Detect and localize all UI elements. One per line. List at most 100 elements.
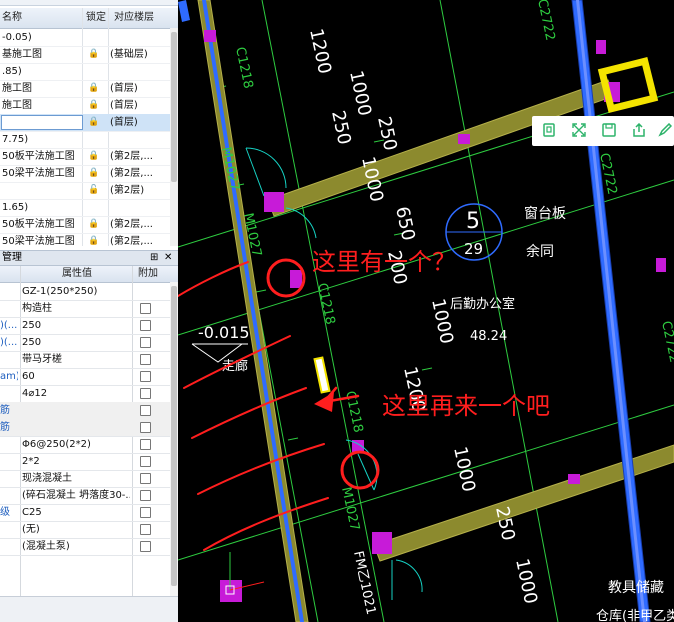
layer-row-selected[interactable]: 🔒 (首层) bbox=[0, 114, 178, 132]
detail-sub: 29 bbox=[464, 240, 483, 258]
prop-value[interactable]: (混凝土泵) bbox=[22, 538, 130, 555]
prop-value[interactable]: GZ-1(250*250) bbox=[22, 283, 130, 300]
scroll-thumb[interactable] bbox=[171, 32, 177, 182]
prop-row[interactable]: (混凝土泵) bbox=[0, 538, 178, 556]
layer-row[interactable]: 50板平法施工图 🔒 (第2层,... bbox=[0, 148, 178, 166]
extra-checkbox[interactable] bbox=[140, 337, 151, 348]
prop-row[interactable]: 构造柱 bbox=[0, 300, 178, 318]
prop-value[interactable]: Φ6@250(2*2) bbox=[22, 436, 130, 453]
prop-row[interactable]: 筋 bbox=[0, 419, 178, 437]
prop-row[interactable]: 筋 bbox=[0, 402, 178, 420]
layer-row[interactable]: 50梁平法施工图 🔒 (第2层,... bbox=[0, 165, 178, 183]
extra-checkbox[interactable] bbox=[140, 456, 151, 467]
prop-row[interactable]: 2*2 bbox=[0, 453, 178, 471]
storage-label-2: 仓库(非甲乙类 bbox=[596, 608, 674, 622]
cad-canvas[interactable]: 1200 1000 250 250 1000 650 200 1000 1200… bbox=[178, 0, 674, 622]
lock-icon[interactable]: 🔒 bbox=[88, 114, 102, 131]
unlock-icon[interactable]: 🔓 bbox=[88, 182, 102, 199]
extra-checkbox[interactable] bbox=[140, 405, 151, 416]
property-panel-title: 管理 ⊞ ✕ bbox=[0, 250, 178, 266]
column bbox=[290, 270, 302, 288]
window-label: 窗台板 bbox=[524, 205, 566, 222]
column bbox=[656, 258, 666, 272]
prop-value[interactable]: 250 bbox=[22, 334, 130, 351]
lock-icon[interactable]: 🔒 bbox=[88, 233, 102, 250]
close-icon[interactable]: ✕ bbox=[164, 251, 172, 265]
lock-icon[interactable]: 🔒 bbox=[88, 148, 102, 165]
extra-checkbox[interactable] bbox=[140, 541, 151, 552]
extra-checkbox[interactable] bbox=[140, 422, 151, 433]
column bbox=[220, 580, 242, 602]
layer-row[interactable]: -0.05) bbox=[0, 29, 178, 47]
lock-icon[interactable]: 🔒 bbox=[88, 80, 102, 97]
prop-row[interactable]: GZ-1(250*250) bbox=[0, 283, 178, 301]
extra-checkbox[interactable] bbox=[140, 524, 151, 535]
prop-table-header: 属性值 附加 bbox=[0, 266, 178, 283]
col-floor: 对应楼层 bbox=[114, 12, 154, 23]
prop-value[interactable]: 带马牙槎 bbox=[22, 351, 130, 368]
panel-toolbar bbox=[0, 0, 178, 6]
pin-icon[interactable]: ⊞ bbox=[150, 251, 158, 265]
extra-checkbox[interactable] bbox=[140, 473, 151, 484]
layer-row[interactable]: 🔓 (第2层) bbox=[0, 182, 178, 200]
prop-value[interactable]: 60 bbox=[22, 368, 130, 385]
extra-checkbox[interactable] bbox=[140, 388, 151, 399]
save-icon[interactable] bbox=[602, 123, 616, 137]
prop-value[interactable]: 4⌀12 bbox=[22, 385, 130, 402]
layer-scrollbar[interactable] bbox=[170, 28, 178, 246]
extra-checkbox[interactable] bbox=[140, 439, 151, 450]
prop-value[interactable]: 现浇混凝土 bbox=[22, 470, 130, 487]
share-icon[interactable] bbox=[632, 123, 646, 137]
layer-row[interactable]: .85) bbox=[0, 63, 178, 81]
same-label: 余同 bbox=[526, 243, 554, 260]
lock-icon[interactable]: 🔒 bbox=[88, 46, 102, 63]
extra-checkbox[interactable] bbox=[140, 507, 151, 518]
expand-icon[interactable] bbox=[572, 123, 586, 137]
prop-row[interactable]: Φ6@250(2*2) bbox=[0, 436, 178, 454]
markup-text-1: 这里有一个？ bbox=[312, 248, 456, 276]
prop-row[interactable]: )(... 250 bbox=[0, 334, 178, 352]
extra-checkbox[interactable] bbox=[140, 320, 151, 331]
extra-checkbox[interactable] bbox=[140, 354, 151, 365]
extra-checkbox[interactable] bbox=[140, 371, 151, 382]
prop-value[interactable]: 构造柱 bbox=[22, 300, 130, 317]
prop-row[interactable]: )(... 250 bbox=[0, 317, 178, 335]
elevation-text: -0.015 bbox=[198, 323, 250, 342]
layer-row[interactable]: 施工图 🔒 (首层) bbox=[0, 97, 178, 115]
prop-value[interactable]: 250 bbox=[22, 317, 130, 334]
edit-icon[interactable] bbox=[658, 123, 672, 137]
prop-row[interactable]: 级 C25 bbox=[0, 504, 178, 522]
layer-row[interactable]: 50梁平法施工图 🔒 (第2层,... bbox=[0, 233, 178, 251]
layer-row[interactable]: 7.75) bbox=[0, 131, 178, 149]
viewer-toolbar bbox=[532, 116, 674, 146]
prop-value[interactable]: 2*2 bbox=[22, 453, 130, 470]
page-icon[interactable] bbox=[542, 123, 556, 137]
prop-row[interactable]: 现浇混凝土 bbox=[0, 470, 178, 488]
lock-icon[interactable]: 🔒 bbox=[88, 216, 102, 233]
prop-row[interactable]: 带马牙槎 bbox=[0, 351, 178, 369]
prop-scrollbar[interactable] bbox=[170, 282, 178, 596]
prop-value[interactable]: C25 bbox=[22, 504, 130, 521]
prop-value[interactable]: (碎石混凝土 坍落度30-... bbox=[22, 487, 130, 504]
column bbox=[372, 532, 392, 554]
prop-row[interactable]: 4⌀12 bbox=[0, 385, 178, 403]
lock-icon[interactable]: 🔒 bbox=[88, 165, 102, 182]
extra-checkbox[interactable] bbox=[140, 303, 151, 314]
extra-checkbox[interactable] bbox=[140, 490, 151, 501]
detail-number: 5 bbox=[466, 209, 480, 234]
layer-name-input[interactable] bbox=[1, 115, 83, 130]
prop-row[interactable]: (碎石混凝土 坍落度30-... bbox=[0, 487, 178, 505]
column bbox=[458, 134, 470, 144]
col-lock: 锁定 bbox=[86, 12, 106, 23]
layer-row[interactable]: 基施工图 🔒 (基础层) bbox=[0, 46, 178, 64]
prop-row[interactable]: (无) bbox=[0, 521, 178, 539]
prop-row[interactable]: am) 60 bbox=[0, 368, 178, 386]
column bbox=[264, 192, 284, 212]
layer-row[interactable]: 1.65) bbox=[0, 199, 178, 217]
layer-table-header: 名称 锁定 对应楼层 bbox=[0, 8, 178, 29]
prop-value[interactable]: (无) bbox=[22, 521, 130, 538]
layer-row[interactable]: 施工图 🔒 (首层) bbox=[0, 80, 178, 98]
scroll-thumb[interactable] bbox=[171, 286, 177, 586]
lock-icon[interactable]: 🔒 bbox=[88, 97, 102, 114]
layer-row[interactable]: 50板平法施工图 🔒 (第2层,... bbox=[0, 216, 178, 234]
